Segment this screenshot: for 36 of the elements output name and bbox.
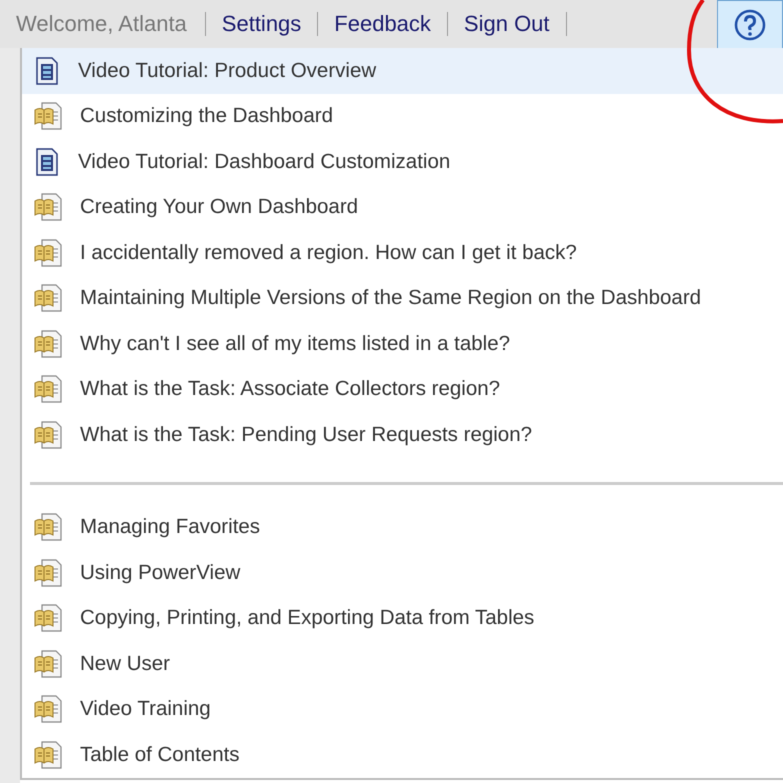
help-menu-item[interactable]: Copying, Printing, and Exporting Data from Tables	[22, 596, 783, 641]
film-document-icon	[34, 148, 60, 176]
help-menu-item[interactable]: Maintaining Multiple Versions of the Same Region on the Dashboard	[22, 276, 783, 321]
book-document-icon	[34, 330, 62, 358]
book-document-icon	[34, 193, 62, 222]
help-button[interactable]	[717, 0, 783, 48]
help-menu-item[interactable]: I accidentally removed a region. How can I get it back?	[22, 230, 783, 276]
help-menu-item[interactable]: Video Tutorial: Product Overview	[22, 48, 783, 94]
book-document-icon	[34, 102, 62, 130]
book-document-icon	[34, 238, 62, 267]
help-menu-item[interactable]: Using PowerView	[22, 550, 783, 596]
help-menu-item[interactable]: Video Training	[22, 686, 783, 732]
help-menu-item[interactable]: Video Tutorial: Dashboard Customization	[22, 139, 783, 184]
help-menu-item[interactable]: Customizing the Dashboard	[22, 94, 783, 139]
book-document-icon	[34, 513, 62, 542]
book-document-icon	[34, 604, 62, 632]
help-menu-item[interactable]: Why can't I see all of my items listed in a table?	[22, 321, 783, 366]
help-menu-item[interactable]: Creating Your Own Dashboard	[22, 184, 783, 230]
book-document-icon	[34, 420, 62, 449]
book-document-icon	[34, 695, 62, 724]
help-icon	[734, 8, 766, 40]
book-document-icon	[34, 558, 62, 587]
book-document-icon	[34, 284, 62, 312]
help-menu-item[interactable]: What is the Task: Associate Collectors region?	[22, 366, 783, 412]
book-document-icon	[34, 375, 62, 404]
help-menu-item[interactable]: Table of Contents	[22, 732, 783, 778]
book-document-icon	[34, 740, 62, 769]
help-menu-item[interactable]: Managing Favorites	[22, 504, 783, 550]
help-menu-item[interactable]: New User	[22, 641, 783, 686]
help-menu-item[interactable]: What is the Task: Pending User Requests region?	[22, 412, 783, 458]
welcome-text: Welcome, Atlanta	[0, 12, 206, 36]
book-document-icon	[34, 650, 62, 678]
header-link[interactable]: Feedback	[318, 12, 448, 36]
film-document-icon	[34, 56, 60, 85]
header-link[interactable]: Settings	[206, 12, 318, 36]
header-link[interactable]: Sign Out	[448, 12, 567, 36]
